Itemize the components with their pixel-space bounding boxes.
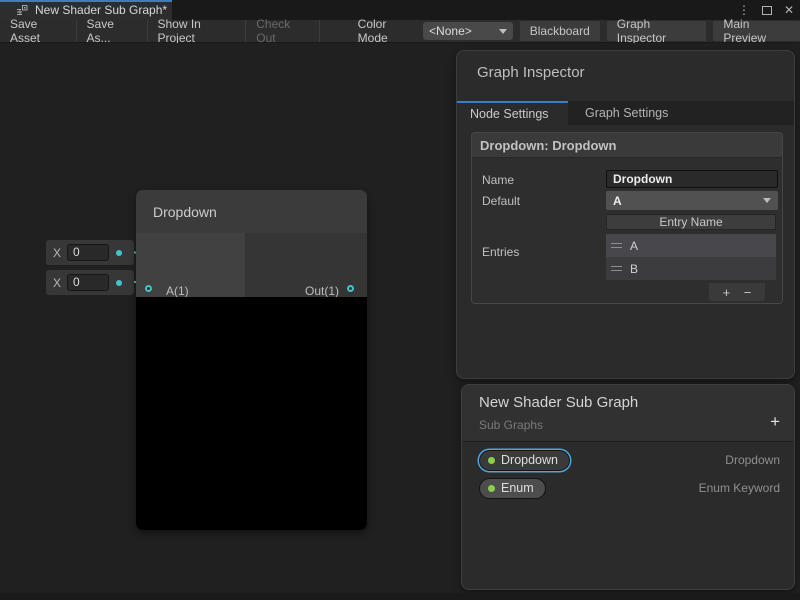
axis-label: X [53, 276, 61, 290]
widget-port-dot [116, 280, 122, 286]
blackboard-subtitle: Sub Graphs [479, 418, 543, 432]
remove-entry-button[interactable]: − [744, 285, 752, 300]
exposed-dot-icon [488, 457, 495, 464]
drag-handle-icon[interactable] [611, 243, 622, 248]
graph-inspector-panel: Graph Inspector Node Settings Graph Sett… [456, 50, 795, 379]
entry-row-a[interactable]: A [606, 234, 776, 257]
entries-label: Entries [482, 245, 519, 259]
active-tab-accent [0, 0, 172, 2]
axis-label: X [53, 246, 61, 260]
graph-inspector-toggle-button[interactable]: Graph Inspector [607, 21, 707, 41]
port-label-a: A(1) [166, 284, 189, 298]
blackboard-row-dropdown: Dropdown Dropdown [479, 449, 780, 471]
check-out-button: Check Out [246, 20, 319, 42]
blackboard-panel: New Shader Sub Graph Sub Graphs + Dropdo… [461, 384, 795, 590]
entry-name: A [630, 239, 638, 253]
name-input[interactable]: Dropdown [606, 170, 778, 188]
default-dropdown[interactable]: A [606, 191, 778, 210]
add-entry-button[interactable]: + [723, 285, 731, 300]
toolbar: Save Asset Save As... Show In Project Ch… [0, 20, 800, 43]
default-value: A [613, 194, 622, 208]
property-type: Enum Keyword [699, 481, 780, 495]
add-property-button[interactable]: + [770, 413, 780, 430]
blackboard-row-enum: Enum Enum Keyword [479, 477, 780, 499]
maximize-icon[interactable] [762, 6, 772, 15]
color-mode-label: Color Mode [350, 17, 423, 45]
subgraph-icon [16, 4, 28, 16]
show-in-project-button[interactable]: Show In Project [148, 20, 247, 42]
input-widget-b: X 0 [46, 270, 134, 295]
save-as-button[interactable]: Save As... [77, 20, 148, 42]
entry-name: B [630, 262, 638, 276]
blackboard-toggle-button[interactable]: Blackboard [520, 21, 600, 41]
inspector-tabstrip: Node Settings Graph Settings [457, 101, 794, 125]
default-label: Default [482, 194, 520, 208]
node-input-section [136, 233, 245, 297]
property-name: Dropdown [501, 453, 558, 467]
section-title: Dropdown: Dropdown [472, 133, 782, 158]
main-preview-toggle-button[interactable]: Main Preview [713, 21, 800, 41]
tab-node-settings[interactable]: Node Settings [457, 101, 568, 125]
node-title: Dropdown [153, 204, 217, 220]
chevron-down-icon [499, 29, 507, 34]
entries-list: Entry Name A B [606, 214, 776, 280]
exposed-dot-icon [488, 485, 495, 492]
chevron-down-icon [763, 198, 771, 203]
node-body: A(1) B(1) Out(1) [136, 233, 367, 297]
entry-row-b[interactable]: B [606, 257, 776, 280]
node-settings-section: Dropdown: Dropdown Name Dropdown Default… [471, 132, 783, 304]
entries-header: Entry Name [606, 214, 776, 230]
save-asset-button[interactable]: Save Asset [0, 20, 77, 42]
blackboard-title: New Shader Sub Graph [479, 394, 638, 411]
document-title: New Shader Sub Graph* [35, 3, 167, 17]
property-type: Dropdown [725, 453, 780, 467]
port-output[interactable] [347, 285, 354, 292]
node-preview [136, 297, 367, 530]
name-label: Name [482, 173, 514, 187]
entries-footer: + − [709, 283, 765, 301]
input-widget-a: X 0 [46, 240, 134, 265]
tab-graph-settings[interactable]: Graph Settings [568, 101, 668, 125]
drag-handle-icon[interactable] [611, 266, 622, 271]
shader-graph-window: New Shader Sub Graph* ⋮ ✕ Save Asset Sav… [0, 0, 800, 600]
port-input-a[interactable] [145, 285, 152, 292]
node-title-bar[interactable]: Dropdown [136, 190, 367, 233]
inspector-title: Graph Inspector [477, 64, 585, 81]
blackboard-header: New Shader Sub Graph Sub Graphs + [462, 385, 794, 442]
port-label-out: Out(1) [305, 284, 339, 298]
color-mode-value: <None> [429, 24, 472, 38]
widget-port-dot [116, 250, 122, 256]
enum-property-pill[interactable]: Enum [479, 478, 546, 499]
value-field-b[interactable]: 0 [67, 274, 109, 291]
dropdown-node[interactable]: Dropdown A(1) B(1) Out(1) [136, 190, 367, 530]
window-bottom-edge [0, 593, 800, 600]
dropdown-property-pill[interactable]: Dropdown [479, 450, 570, 471]
property-name: Enum [501, 481, 534, 495]
value-field-a[interactable]: 0 [67, 244, 109, 261]
color-mode-dropdown[interactable]: <None> [423, 22, 513, 40]
